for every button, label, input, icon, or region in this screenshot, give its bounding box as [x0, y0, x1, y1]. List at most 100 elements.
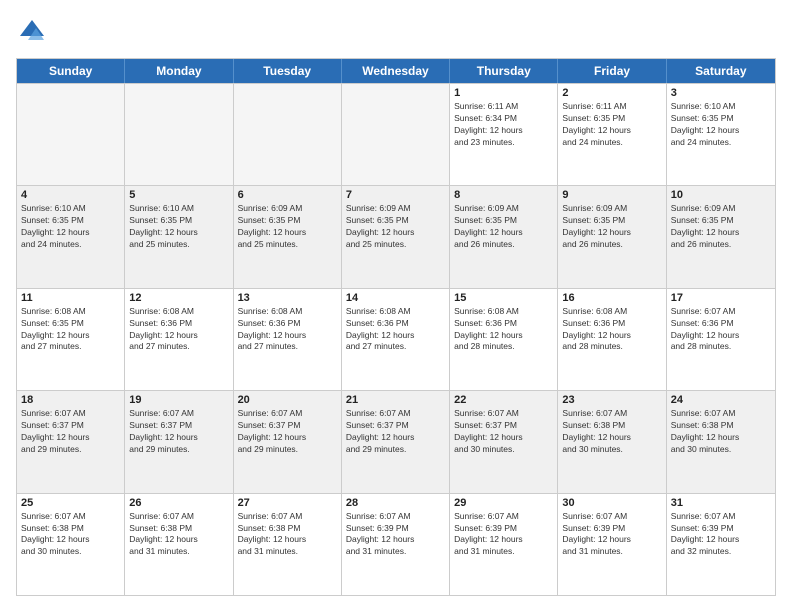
calendar-cell — [342, 84, 450, 185]
calendar-cell: 1 Sunrise: 6:11 AMSunset: 6:34 PMDaylight… — [450, 84, 558, 185]
day-info: Sunrise: 6:08 AMSunset: 6:36 PMDaylight:… — [562, 306, 661, 354]
day-number: 2 — [562, 87, 661, 99]
day-number: 3 — [671, 87, 771, 99]
calendar-cell: 27Sunrise: 6:07 AMSunset: 6:38 PMDayligh… — [234, 494, 342, 595]
calendar-header: SundayMondayTuesdayWednesdayThursdayFrid… — [17, 59, 775, 83]
day-info: Sunrise: 6:07 AMSunset: 6:38 PMDaylight:… — [671, 408, 771, 456]
calendar-cell: 21 Sunrise: 6:07 AMSunset: 6:37 PMDayligh… — [342, 391, 450, 492]
day-info: Sunrise: 6:07 AMSunset: 6:39 PMDaylight:… — [346, 511, 445, 559]
day-number: 8 — [454, 189, 553, 201]
day-number: 23 — [562, 394, 661, 406]
day-number: 13 — [238, 292, 337, 304]
day-number: 11 — [21, 292, 120, 304]
day-info: Sunrise: 6:07 AMSunset: 6:38 PMDaylight:… — [562, 408, 661, 456]
day-number: 27 — [238, 497, 337, 509]
day-info: Sunrise: 6:07 AMSunset: 6:38 PMDaylight:… — [21, 511, 120, 559]
day-number: 28 — [346, 497, 445, 509]
day-info: Sunrise: 6:08 AMSunset: 6:36 PMDaylight:… — [238, 306, 337, 354]
calendar-cell: 6Sunrise: 6:09 AMSunset: 6:35 PMDaylight… — [234, 186, 342, 287]
day-info: Sunrise: 6:08 AMSunset: 6:36 PMDaylight:… — [454, 306, 553, 354]
day-number: 9 — [562, 189, 661, 201]
day-number: 12 — [129, 292, 228, 304]
day-number: 4 — [21, 189, 120, 201]
day-number: 29 — [454, 497, 553, 509]
day-number: 10 — [671, 189, 771, 201]
calendar-cell: 13 Sunrise: 6:08 AMSunset: 6:36 PMDayligh… — [234, 289, 342, 390]
calendar-cell: 5 Sunrise: 6:10 AMSunset: 6:35 PMDaylight… — [125, 186, 233, 287]
calendar-cell: 24 Sunrise: 6:07 AMSunset: 6:38 PMDayligh… — [667, 391, 775, 492]
day-number: 17 — [671, 292, 771, 304]
day-number: 14 — [346, 292, 445, 304]
logo — [16, 16, 52, 48]
calendar-cell: 31 Sunrise: 6:07 AMSunset: 6:39 PMDayligh… — [667, 494, 775, 595]
day-number: 20 — [238, 394, 337, 406]
day-info: Sunrise: 6:07 AMSunset: 6:39 PMDaylight:… — [671, 511, 771, 559]
calendar-cell: 20Sunrise: 6:07 AMSunset: 6:37 PMDayligh… — [234, 391, 342, 492]
calendar-cell — [17, 84, 125, 185]
day-number: 16 — [562, 292, 661, 304]
day-info: Sunrise: 6:09 AMSunset: 6:35 PMDaylight:… — [562, 203, 661, 251]
calendar-cell: 17 Sunrise: 6:07 AMSunset: 6:36 PMDayligh… — [667, 289, 775, 390]
calendar-cell: 16 Sunrise: 6:08 AMSunset: 6:36 PMDayligh… — [558, 289, 666, 390]
calendar-week-1: 1 Sunrise: 6:11 AMSunset: 6:34 PMDaylight… — [17, 83, 775, 185]
day-number: 7 — [346, 189, 445, 201]
day-number: 30 — [562, 497, 661, 509]
calendar-week-4: 18 Sunrise: 6:07 AMSunset: 6:37 PMDayligh… — [17, 390, 775, 492]
day-info: Sunrise: 6:10 AMSunset: 6:35 PMDaylight:… — [671, 101, 771, 149]
calendar-cell: 14Sunrise: 6:08 AMSunset: 6:36 PMDayligh… — [342, 289, 450, 390]
day-header-wednesday: Wednesday — [342, 59, 450, 83]
day-info: Sunrise: 6:11 AMSunset: 6:34 PMDaylight:… — [454, 101, 553, 149]
logo-icon — [16, 16, 48, 48]
calendar-cell: 12 Sunrise: 6:08 AMSunset: 6:36 PMDayligh… — [125, 289, 233, 390]
calendar-cell: 15 Sunrise: 6:08 AMSunset: 6:36 PMDayligh… — [450, 289, 558, 390]
calendar-cell: 4 Sunrise: 6:10 AMSunset: 6:35 PMDaylight… — [17, 186, 125, 287]
day-info: Sunrise: 6:07 AMSunset: 6:39 PMDaylight:… — [454, 511, 553, 559]
page: SundayMondayTuesdayWednesdayThursdayFrid… — [0, 0, 792, 612]
day-number: 15 — [454, 292, 553, 304]
calendar-cell — [234, 84, 342, 185]
calendar: SundayMondayTuesdayWednesdayThursdayFrid… — [16, 58, 776, 596]
day-info: Sunrise: 6:07 AMSunset: 6:39 PMDaylight:… — [562, 511, 661, 559]
calendar-cell: 26Sunrise: 6:07 AMSunset: 6:38 PMDayligh… — [125, 494, 233, 595]
day-header-tuesday: Tuesday — [234, 59, 342, 83]
calendar-cell: 19Sunrise: 6:07 AMSunset: 6:37 PMDayligh… — [125, 391, 233, 492]
day-number: 24 — [671, 394, 771, 406]
day-info: Sunrise: 6:08 AMSunset: 6:35 PMDaylight:… — [21, 306, 120, 354]
calendar-week-2: 4 Sunrise: 6:10 AMSunset: 6:35 PMDaylight… — [17, 185, 775, 287]
header — [16, 16, 776, 48]
day-number: 22 — [454, 394, 553, 406]
day-header-monday: Monday — [125, 59, 233, 83]
day-number: 26 — [129, 497, 228, 509]
day-header-thursday: Thursday — [450, 59, 558, 83]
day-number: 5 — [129, 189, 228, 201]
calendar-cell: 8 Sunrise: 6:09 AMSunset: 6:35 PMDaylight… — [450, 186, 558, 287]
day-info: Sunrise: 6:09 AMSunset: 6:35 PMDaylight:… — [346, 203, 445, 251]
day-info: Sunrise: 6:07 AMSunset: 6:37 PMDaylight:… — [346, 408, 445, 456]
day-number: 18 — [21, 394, 120, 406]
day-number: 1 — [454, 87, 553, 99]
calendar-cell: 11 Sunrise: 6:08 AMSunset: 6:35 PMDayligh… — [17, 289, 125, 390]
calendar-cell: 25 Sunrise: 6:07 AMSunset: 6:38 PMDayligh… — [17, 494, 125, 595]
calendar-cell: 22Sunrise: 6:07 AMSunset: 6:37 PMDayligh… — [450, 391, 558, 492]
day-header-sunday: Sunday — [17, 59, 125, 83]
calendar-cell: 7 Sunrise: 6:09 AMSunset: 6:35 PMDaylight… — [342, 186, 450, 287]
day-info: Sunrise: 6:07 AMSunset: 6:36 PMDaylight:… — [671, 306, 771, 354]
day-info: Sunrise: 6:10 AMSunset: 6:35 PMDaylight:… — [21, 203, 120, 251]
calendar-body: 1 Sunrise: 6:11 AMSunset: 6:34 PMDaylight… — [17, 83, 775, 595]
day-info: Sunrise: 6:11 AMSunset: 6:35 PMDaylight:… — [562, 101, 661, 149]
day-info: Sunrise: 6:10 AMSunset: 6:35 PMDaylight:… — [129, 203, 228, 251]
day-number: 19 — [129, 394, 228, 406]
calendar-cell: 29 Sunrise: 6:07 AMSunset: 6:39 PMDayligh… — [450, 494, 558, 595]
day-header-saturday: Saturday — [667, 59, 775, 83]
day-info: Sunrise: 6:08 AMSunset: 6:36 PMDaylight:… — [129, 306, 228, 354]
day-info: Sunrise: 6:09 AMSunset: 6:35 PMDaylight:… — [454, 203, 553, 251]
calendar-cell: 23 Sunrise: 6:07 AMSunset: 6:38 PMDayligh… — [558, 391, 666, 492]
day-number: 21 — [346, 394, 445, 406]
day-number: 31 — [671, 497, 771, 509]
calendar-cell: 10Sunrise: 6:09 AMSunset: 6:35 PMDayligh… — [667, 186, 775, 287]
calendar-cell: 18Sunrise: 6:07 AMSunset: 6:37 PMDayligh… — [17, 391, 125, 492]
day-info: Sunrise: 6:09 AMSunset: 6:35 PMDaylight:… — [238, 203, 337, 251]
day-number: 25 — [21, 497, 120, 509]
calendar-cell: 30 Sunrise: 6:07 AMSunset: 6:39 PMDayligh… — [558, 494, 666, 595]
calendar-week-5: 25 Sunrise: 6:07 AMSunset: 6:38 PMDayligh… — [17, 493, 775, 595]
